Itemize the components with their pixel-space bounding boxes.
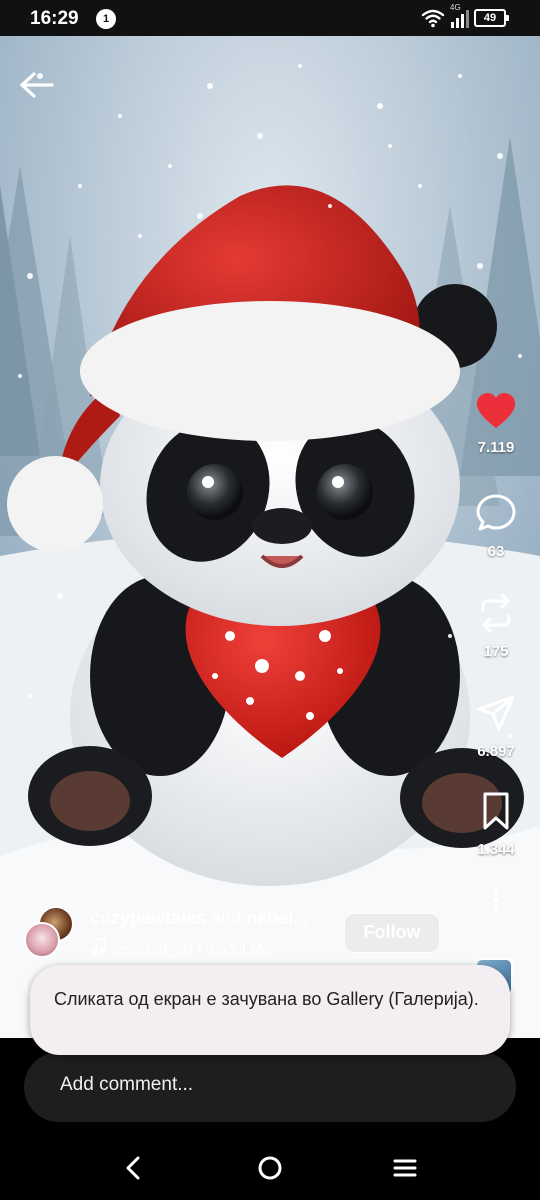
battery-indicator: 49 (474, 9, 509, 27)
nav-home-icon[interactable] (252, 1150, 288, 1186)
author-joiner: and (206, 908, 247, 928)
follow-button[interactable]: Follow (344, 913, 440, 953)
repost-icon[interactable] (475, 592, 517, 634)
music-label: ɔelschaf_art • Joyful Mo (112, 941, 271, 958)
share-count: 6.897 (477, 743, 515, 760)
notification-badge: 1 (96, 9, 116, 29)
like-action[interactable]: 7.119 (466, 392, 526, 456)
author-secondary[interactable]: nebel... (246, 908, 308, 928)
status-bar: 16:29 1 4G 49 (0, 0, 540, 36)
system-nav-bar (0, 1134, 540, 1200)
like-count: 7.119 (477, 439, 515, 456)
comment-count: 63 (487, 543, 505, 560)
music-note-icon (91, 938, 106, 955)
comment-icon[interactable] (475, 492, 517, 534)
status-time: 16:29 (30, 8, 79, 29)
comment-action[interactable]: 63 (466, 492, 526, 560)
comment-placeholder: Add comment... (60, 1074, 194, 1095)
share-icon[interactable] (475, 692, 517, 734)
bookmark-icon[interactable] (475, 790, 517, 832)
author-primary[interactable]: cozypawtales (90, 908, 206, 928)
panda-image (0, 36, 540, 1038)
avatar[interactable] (24, 922, 60, 958)
music-info[interactable]: ɔelschaf_art • Joyful Mo (90, 938, 290, 958)
share-action[interactable]: 6.897 (466, 692, 526, 760)
nav-recents-icon[interactable] (387, 1150, 423, 1186)
repost-count: 175 (483, 643, 509, 660)
nav-back-icon[interactable] (116, 1150, 152, 1186)
repost-action[interactable]: 175 (466, 592, 526, 660)
heart-icon[interactable] (475, 392, 517, 430)
toast-message: Сликата од екран е зачувана во Gallery (… (54, 989, 479, 1009)
wifi-icon (421, 9, 445, 28)
screenshot-toast: Сликата од екран е зачувана во Gallery (… (30, 965, 510, 1055)
author-avatars[interactable] (24, 906, 80, 962)
comment-input[interactable]: Add comment... (24, 1052, 516, 1122)
author-names[interactable]: cozypawtales and nebel... (90, 908, 330, 929)
more-icon[interactable]: ⋮ (484, 889, 508, 926)
post-media[interactable]: 7.119 63 175 6.897 1.344 ⋮ cozypawtales … (0, 36, 540, 1038)
back-arrow-icon[interactable] (14, 62, 60, 108)
save-action[interactable]: 1.344 (466, 790, 526, 858)
signal-icon (451, 10, 469, 28)
save-count: 1.344 (477, 841, 515, 858)
